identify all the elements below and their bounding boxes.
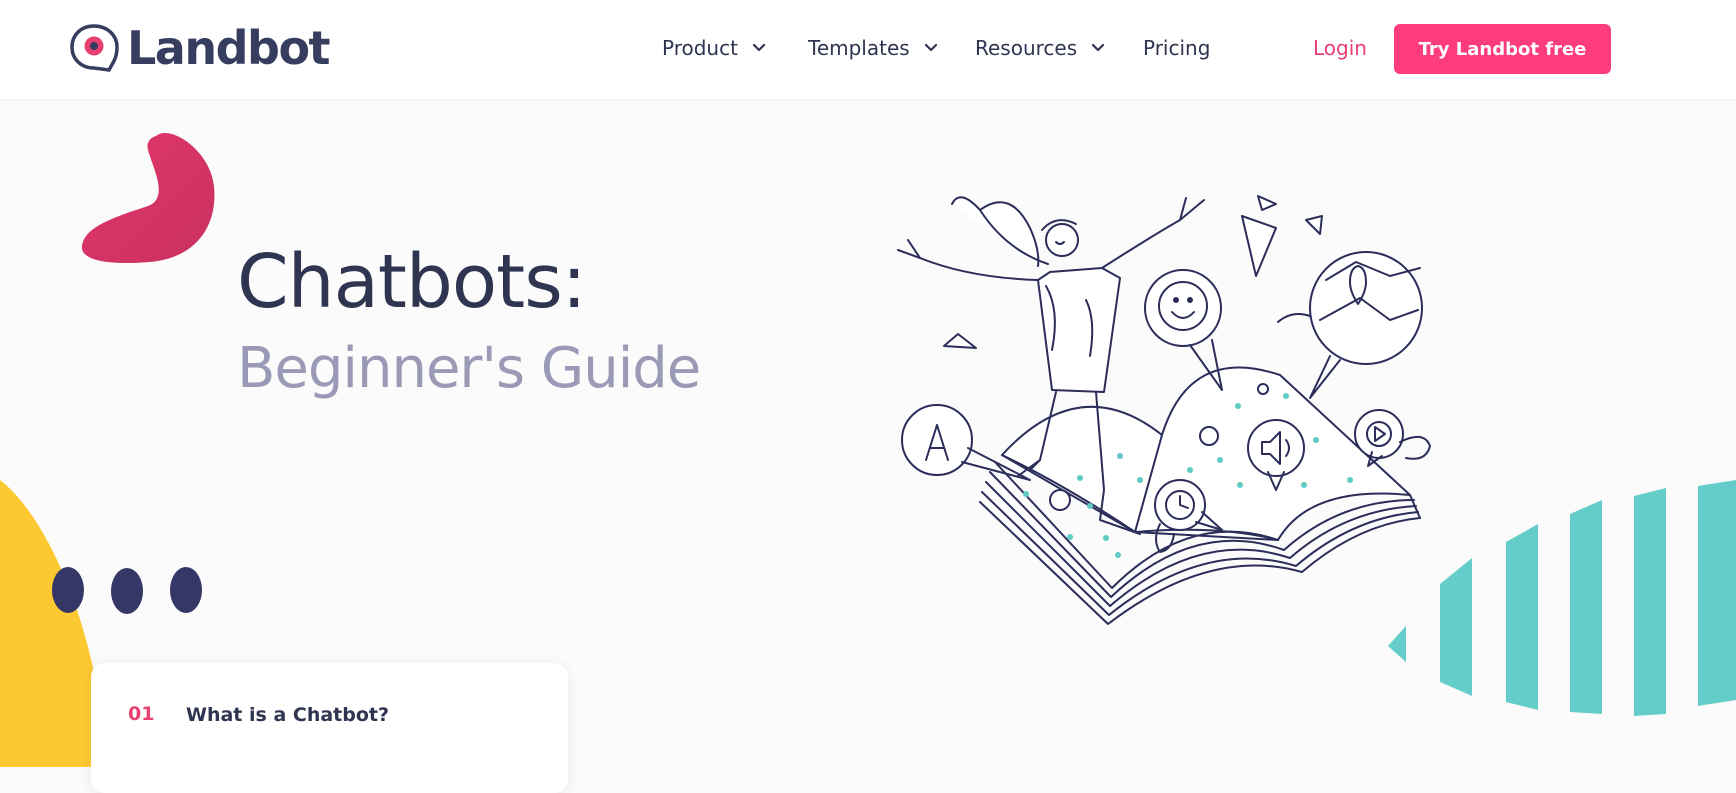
nav-resources-label: Resources	[975, 36, 1078, 60]
landbot-logo-icon	[70, 24, 119, 72]
hero-illustration	[897, 195, 1431, 625]
pink-boomerang-shape	[81, 133, 215, 264]
nav-pricing-label: Pricing	[1143, 36, 1211, 60]
nav-templates-label: Templates	[808, 36, 910, 60]
toc-item-number: 01	[128, 703, 155, 725]
typing-dots-decoration	[52, 567, 202, 614]
chevron-down-icon	[1092, 43, 1105, 52]
nav-resources[interactable]: Resources	[975, 34, 1105, 62]
logo-wordmark: Landbot	[127, 21, 331, 75]
try-landbot-free-button[interactable]: Try Landbot free	[1394, 24, 1611, 74]
teal-stripes-decoration	[1388, 480, 1736, 716]
chevron-down-icon	[752, 43, 766, 52]
nav-templates[interactable]: Templates	[808, 34, 938, 62]
page-subtitle: Beginner's Guide	[237, 336, 701, 401]
brand-logo[interactable]: Landbot	[69, 21, 331, 75]
nav-product[interactable]: Product	[662, 34, 766, 62]
nav-product-label: Product	[662, 36, 738, 60]
page-title: Chatbots:	[237, 239, 587, 325]
login-link[interactable]: Login	[1313, 34, 1367, 62]
table-of-contents-card: 01 What is a Chatbot?	[91, 663, 568, 793]
chevron-down-icon	[924, 43, 937, 52]
top-navbar: Landbot Product Templates Resources Pric…	[0, 0, 1736, 99]
toc-item-what-is-a-chatbot[interactable]: What is a Chatbot?	[186, 704, 389, 726]
nav-pricing[interactable]: Pricing	[1143, 34, 1210, 62]
